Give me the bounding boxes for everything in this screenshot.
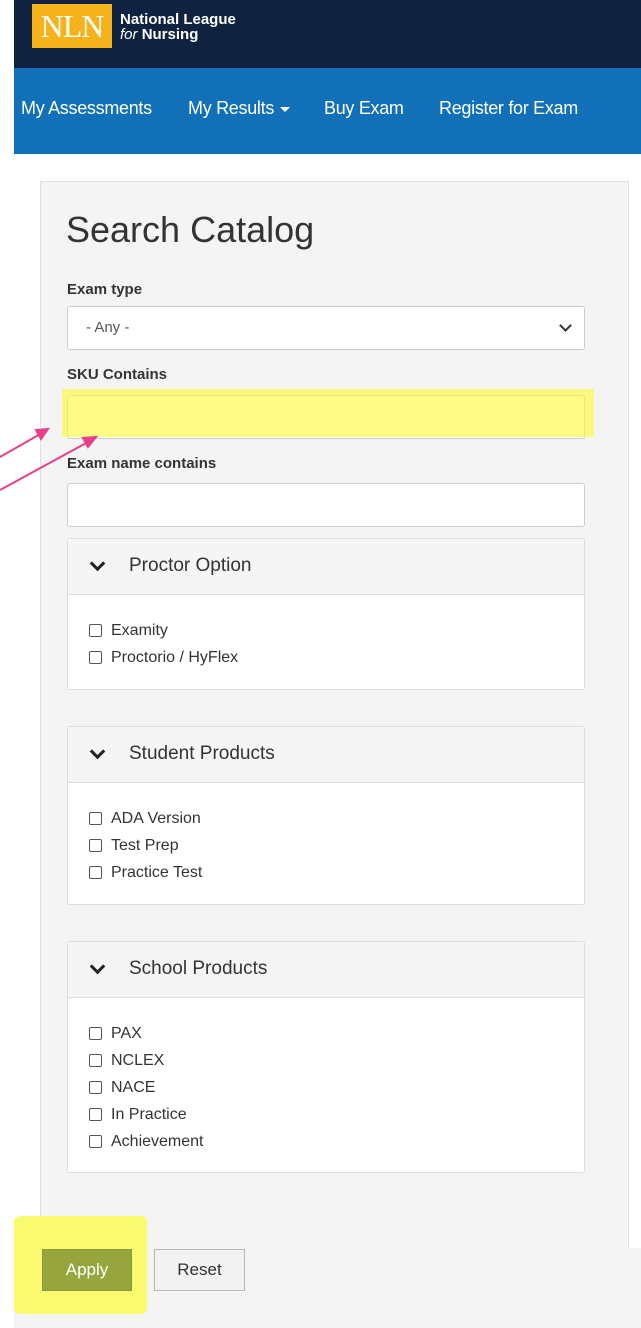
school-products-body: PAX NCLEX NACE In Practice Achievement xyxy=(68,998,584,1155)
option-practice-test[interactable]: Practice Test xyxy=(89,859,584,886)
option-ada-version[interactable]: ADA Version xyxy=(89,805,584,832)
annotation-arrow-1 xyxy=(0,432,43,458)
option-nclex[interactable]: NCLEX xyxy=(89,1047,584,1074)
section-title: Proctor Option xyxy=(129,555,252,576)
proctor-option-header[interactable]: Proctor Option xyxy=(68,539,584,595)
chevron-down-icon xyxy=(89,743,106,760)
student-products-body: ADA Version Test Prep Practice Test xyxy=(68,783,584,886)
checkbox[interactable] xyxy=(89,839,102,852)
checkbox[interactable] xyxy=(89,866,102,879)
section-title: School Products xyxy=(129,958,268,979)
option-proctorio-hyflex[interactable]: Proctorio / HyFlex xyxy=(89,644,584,671)
chevron-down-icon xyxy=(89,555,106,572)
option-in-practice[interactable]: In Practice xyxy=(89,1101,584,1128)
option-pax[interactable]: PAX xyxy=(89,1020,584,1047)
school-products-header[interactable]: School Products xyxy=(68,942,584,998)
option-examity[interactable]: Examity xyxy=(89,617,584,644)
annotation-arrowhead-1 xyxy=(34,427,51,441)
option-achievement[interactable]: Achievement xyxy=(89,1128,584,1155)
reset-button[interactable]: Reset xyxy=(154,1249,245,1291)
proctor-option-section: Proctor Option Examity Proctorio / HyFle… xyxy=(67,538,585,690)
apply-button[interactable]: Apply xyxy=(42,1249,132,1291)
checkbox[interactable] xyxy=(89,1135,102,1148)
checkbox[interactable] xyxy=(89,624,102,637)
checkbox[interactable] xyxy=(89,1027,102,1040)
chevron-down-icon xyxy=(89,958,106,975)
option-nace[interactable]: NACE xyxy=(89,1074,584,1101)
school-products-section: School Products PAX NCLEX NACE In Practi… xyxy=(67,941,585,1173)
checkbox[interactable] xyxy=(89,651,102,664)
option-test-prep[interactable]: Test Prep xyxy=(89,832,584,859)
student-products-header[interactable]: Student Products xyxy=(68,727,584,783)
checkbox[interactable] xyxy=(89,1054,102,1067)
student-products-section: Student Products ADA Version Test Prep P… xyxy=(67,726,585,905)
checkbox[interactable] xyxy=(89,1108,102,1121)
proctor-option-body: Examity Proctorio / HyFlex xyxy=(68,595,584,671)
section-title: Student Products xyxy=(129,743,275,764)
annotation-arrowhead-2 xyxy=(81,435,99,449)
checkbox[interactable] xyxy=(89,812,102,825)
checkbox[interactable] xyxy=(89,1081,102,1094)
